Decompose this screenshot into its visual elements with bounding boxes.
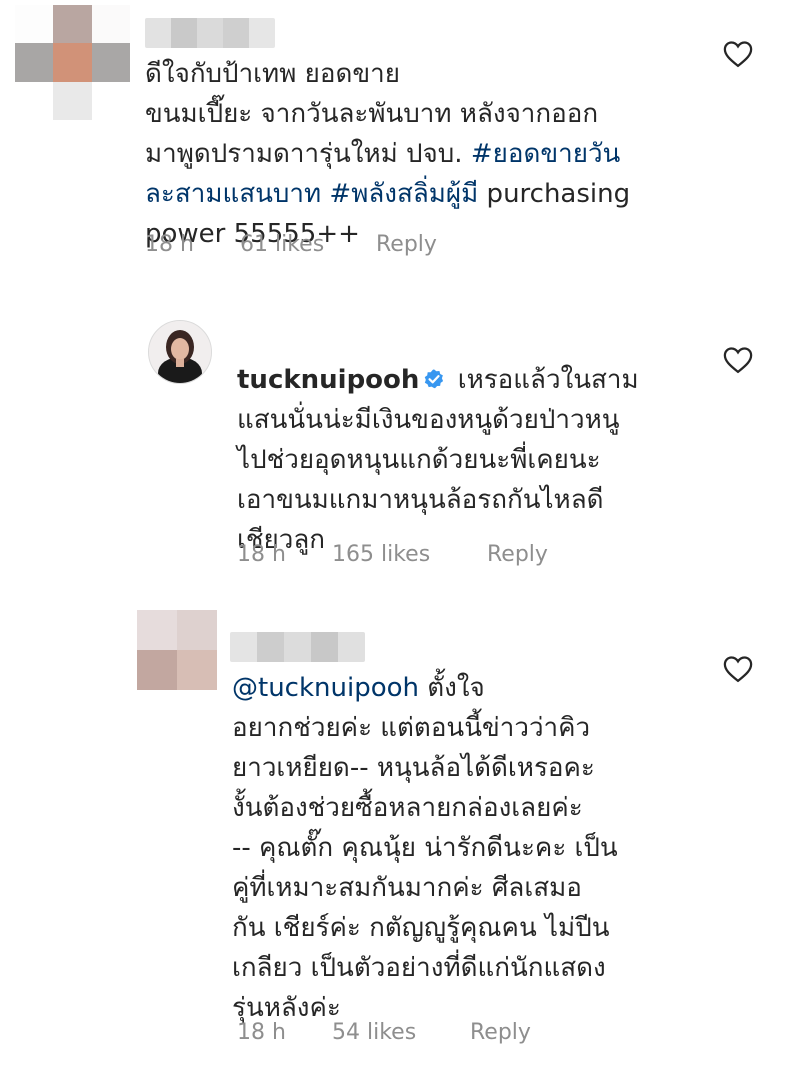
comment-time: 18 h <box>237 542 286 567</box>
reply-button[interactable]: Reply <box>487 542 548 567</box>
comment-text: @tucknuipooh ตั้งใจ อยากช่วยค่ะ แต่ตอนนี… <box>232 673 618 1023</box>
comment-text: tucknuipooh เหรอแล้วในสาม แสนนั่นน่ะมีเง… <box>237 365 639 555</box>
reply-button[interactable]: Reply <box>470 1020 531 1045</box>
comment-time: 18 h <box>145 232 194 257</box>
like-count[interactable]: 54 likes <box>332 1020 470 1045</box>
heart-outline-icon[interactable] <box>723 40 753 68</box>
like-count[interactable]: 165 likes <box>332 542 487 567</box>
hashtag-link[interactable]: #พลังสลิ่มผู้มี <box>329 179 478 209</box>
heart-outline-icon[interactable] <box>723 655 753 683</box>
avatar-blurred[interactable] <box>137 610 217 690</box>
heart-outline-icon[interactable] <box>723 346 753 374</box>
reply-button[interactable]: Reply <box>376 232 437 257</box>
avatar-blurred[interactable] <box>15 5 130 120</box>
comment-meta: 18 h 61 likes Reply <box>145 232 437 257</box>
comment-meta: 18 h 54 likes Reply <box>237 1020 531 1045</box>
like-count[interactable]: 61 likes <box>240 232 376 257</box>
mention-link[interactable]: @tucknuipooh <box>232 673 419 703</box>
comment-time: 18 h <box>237 1020 286 1045</box>
comment-text: ดีใจกับป้าเทพ ยอดขาย ขนมเปี๊ยะ จากวันละพ… <box>145 59 631 249</box>
comment-meta: 18 h 165 likes Reply <box>237 542 548 567</box>
username-link[interactable]: tucknuipooh <box>237 365 419 395</box>
avatar[interactable] <box>148 320 212 384</box>
verified-badge-icon <box>425 369 444 389</box>
avatar-image <box>149 321 211 383</box>
